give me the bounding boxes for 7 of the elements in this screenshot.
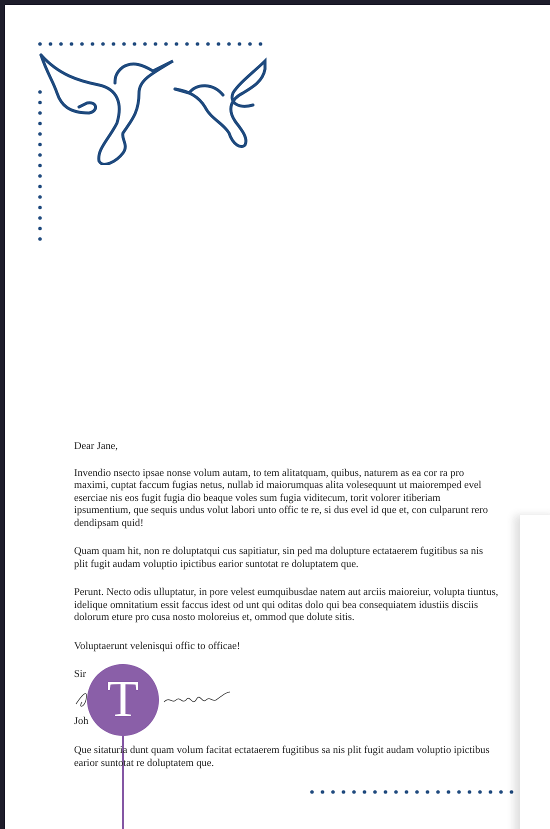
letter-paragraph: Quam quam hit, non re doluptatqui cus sapitiatur, sin ped ma dolupture ectataerem fugitibus sa nis plit fugit audam voluptio ipictibus earior suntotat re doluptatem que.	[74, 546, 484, 571]
letter-signoff: Sir	[74, 669, 86, 682]
letter-greeting: Dear Jane,	[74, 441, 118, 454]
letter-paragraph: Invendio nsecto ipsae nonse volum autam, to tem alitatquam, quibus, naturem as ea cor ra pro maximi, cuptat faccum fugias netus, nullab id maiorumquas alita volesequunt ut maioremped evel eserciae nis eos fugit fugia dio beaque voles sum fugia viditecum, torit volorer itiberiam ipsumentium, que sequis undus volut labori unto offic te re, si dus evel id que et, con culparunt rero dendipsam quid!	[74, 468, 489, 530]
letter-name: Joh	[74, 716, 88, 728]
letter-paragraph: Voluptaerunt velenisqui offic to officae!	[74, 640, 242, 653]
letter-paragraph: Perunt. Necto odis ulluptatur, in pore velest eumquibusdae natem aut arciis maioreiur, volupta tiuntus, idelique omnitatium essit faccus idest od unt qui oditas dolo qui bea consequiatem idustiis disciis dolorum eture pro cusa nosto moloreius et, ommod que dolute sitis.	[74, 587, 499, 624]
